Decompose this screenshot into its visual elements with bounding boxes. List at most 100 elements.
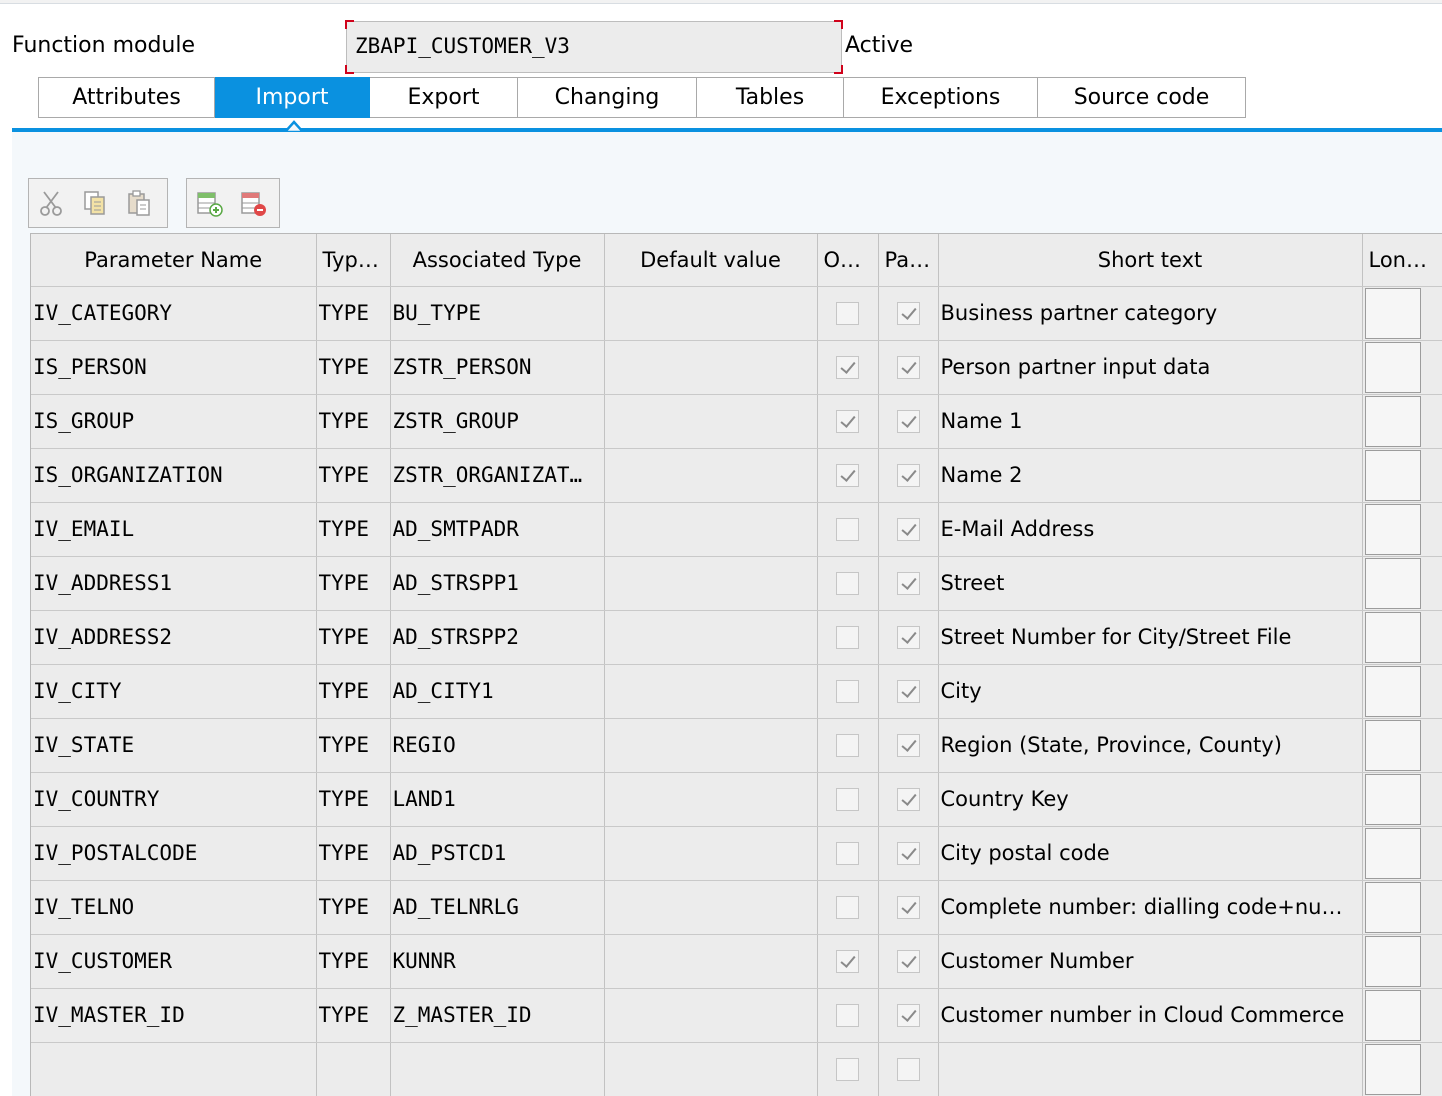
default-value-cell[interactable] bbox=[604, 286, 818, 341]
tab-changing[interactable]: Changing bbox=[518, 77, 697, 118]
associated-type-cell[interactable]: AD_TELNRLG bbox=[390, 880, 605, 935]
long-text-button[interactable] bbox=[1364, 611, 1421, 663]
default-value-cell[interactable] bbox=[604, 718, 818, 773]
optional-checkbox[interactable] bbox=[836, 950, 859, 974]
long-text-button[interactable] bbox=[1364, 881, 1421, 933]
default-value-cell[interactable] bbox=[604, 394, 818, 449]
long-text-button[interactable] bbox=[1364, 827, 1421, 879]
pass-value-checkbox[interactable] bbox=[896, 950, 920, 974]
pass-value-checkbox[interactable] bbox=[896, 626, 920, 650]
long-text-button[interactable] bbox=[1364, 773, 1421, 825]
typing-cell[interactable]: TYPE bbox=[316, 286, 391, 341]
column-header-long-text[interactable]: Lon… bbox=[1362, 234, 1442, 287]
typing-cell[interactable]: TYPE bbox=[316, 988, 391, 1043]
long-text-button[interactable] bbox=[1364, 1043, 1421, 1095]
associated-type-cell[interactable]: Z_MASTER_ID bbox=[390, 988, 605, 1043]
parameter-name-cell[interactable]: IS_GROUP bbox=[31, 394, 317, 449]
typing-cell[interactable]: TYPE bbox=[316, 502, 391, 557]
pass-value-checkbox[interactable] bbox=[896, 518, 920, 542]
short-text-cell[interactable]: Street bbox=[938, 556, 1363, 611]
short-text-cell[interactable]: Person partner input data bbox=[938, 340, 1363, 395]
pass-value-checkbox[interactable] bbox=[896, 1004, 920, 1028]
default-value-cell[interactable] bbox=[604, 448, 818, 503]
associated-type-cell[interactable]: LAND1 bbox=[390, 772, 605, 827]
short-text-cell[interactable]: E-Mail Address bbox=[938, 502, 1363, 557]
typing-cell[interactable]: TYPE bbox=[316, 664, 391, 719]
associated-type-cell[interactable]: AD_SMTPADR bbox=[390, 502, 605, 557]
associated-type-cell[interactable] bbox=[390, 1042, 605, 1096]
typing-cell[interactable] bbox=[316, 1042, 391, 1096]
typing-cell[interactable]: TYPE bbox=[316, 394, 391, 449]
optional-checkbox[interactable] bbox=[836, 356, 859, 380]
associated-type-cell[interactable]: KUNNR bbox=[390, 934, 605, 989]
parameter-name-cell[interactable]: IV_MASTER_ID bbox=[31, 988, 317, 1043]
pass-value-checkbox[interactable] bbox=[896, 410, 920, 434]
default-value-cell[interactable] bbox=[604, 988, 818, 1043]
parameter-name-cell[interactable]: IV_COUNTRY bbox=[31, 772, 317, 827]
copy-button[interactable] bbox=[73, 179, 117, 227]
parameter-name-cell[interactable]: IV_CITY bbox=[31, 664, 317, 719]
parameter-name-cell[interactable]: IV_CUSTOMER bbox=[31, 934, 317, 989]
default-value-cell[interactable] bbox=[604, 826, 818, 881]
pass-value-checkbox[interactable] bbox=[896, 1058, 920, 1082]
paste-button[interactable] bbox=[117, 179, 161, 227]
associated-type-cell[interactable]: AD_STRSPP1 bbox=[390, 556, 605, 611]
optional-checkbox[interactable] bbox=[836, 842, 859, 866]
optional-checkbox[interactable] bbox=[836, 680, 859, 704]
typing-cell[interactable]: TYPE bbox=[316, 610, 391, 665]
short-text-cell[interactable]: Name 1 bbox=[938, 394, 1363, 449]
tab-tables[interactable]: Tables bbox=[697, 77, 844, 118]
typing-cell[interactable]: TYPE bbox=[316, 772, 391, 827]
pass-value-checkbox[interactable] bbox=[896, 734, 920, 758]
short-text-cell[interactable]: Business partner category bbox=[938, 286, 1363, 341]
delete-row-button[interactable] bbox=[231, 179, 275, 227]
long-text-button[interactable] bbox=[1364, 341, 1421, 393]
parameter-name-cell[interactable]: IS_ORGANIZATION bbox=[31, 448, 317, 503]
typing-cell[interactable]: TYPE bbox=[316, 826, 391, 881]
column-header-optional[interactable]: Opt… bbox=[817, 234, 879, 287]
pass-value-checkbox[interactable] bbox=[896, 356, 920, 380]
pass-value-checkbox[interactable] bbox=[896, 572, 920, 596]
parameter-name-cell[interactable]: IV_STATE bbox=[31, 718, 317, 773]
typing-cell[interactable]: TYPE bbox=[316, 556, 391, 611]
short-text-cell[interactable]: Name 2 bbox=[938, 448, 1363, 503]
default-value-cell[interactable] bbox=[604, 610, 818, 665]
short-text-cell[interactable]: Customer number in Cloud Commerce bbox=[938, 988, 1363, 1043]
tab-exceptions[interactable]: Exceptions bbox=[844, 77, 1038, 118]
short-text-cell[interactable]: Street Number for City/Street File bbox=[938, 610, 1363, 665]
typing-cell[interactable]: TYPE bbox=[316, 934, 391, 989]
long-text-button[interactable] bbox=[1364, 719, 1421, 771]
long-text-button[interactable] bbox=[1364, 449, 1421, 501]
parameter-name-cell[interactable]: IV_EMAIL bbox=[31, 502, 317, 557]
pass-value-checkbox[interactable] bbox=[896, 302, 920, 326]
associated-type-cell[interactable]: BU_TYPE bbox=[390, 286, 605, 341]
typing-cell[interactable]: TYPE bbox=[316, 340, 391, 395]
long-text-button[interactable] bbox=[1364, 287, 1421, 339]
associated-type-cell[interactable]: ZSTR_ORGANIZAT… bbox=[390, 448, 605, 503]
default-value-cell[interactable] bbox=[604, 340, 818, 395]
parameter-name-cell[interactable]: IV_ADDRESS2 bbox=[31, 610, 317, 665]
default-value-cell[interactable] bbox=[604, 664, 818, 719]
typing-cell[interactable]: TYPE bbox=[316, 718, 391, 773]
tab-export[interactable]: Export bbox=[370, 77, 518, 118]
cut-button[interactable] bbox=[29, 179, 73, 227]
optional-checkbox[interactable] bbox=[836, 518, 859, 542]
column-header-short-text[interactable]: Short text bbox=[938, 234, 1363, 287]
optional-checkbox[interactable] bbox=[836, 302, 859, 326]
default-value-cell[interactable] bbox=[604, 502, 818, 557]
tab-import[interactable]: Import bbox=[215, 77, 370, 118]
associated-type-cell[interactable]: AD_PSTCD1 bbox=[390, 826, 605, 881]
parameter-name-cell[interactable]: IV_ADDRESS1 bbox=[31, 556, 317, 611]
associated-type-cell[interactable]: AD_STRSPP2 bbox=[390, 610, 605, 665]
associated-type-cell[interactable]: ZSTR_PERSON bbox=[390, 340, 605, 395]
column-header-typing[interactable]: Typi… bbox=[316, 234, 391, 287]
short-text-cell[interactable]: City bbox=[938, 664, 1363, 719]
parameter-name-cell[interactable]: IV_CATEGORY bbox=[31, 286, 317, 341]
long-text-button[interactable] bbox=[1364, 989, 1421, 1041]
associated-type-cell[interactable]: ZSTR_GROUP bbox=[390, 394, 605, 449]
tab-attributes[interactable]: Attributes bbox=[38, 77, 215, 118]
column-header-parameter-name[interactable]: Parameter Name bbox=[31, 234, 317, 287]
typing-cell[interactable]: TYPE bbox=[316, 448, 391, 503]
typing-cell[interactable]: TYPE bbox=[316, 880, 391, 935]
optional-checkbox[interactable] bbox=[836, 896, 859, 920]
